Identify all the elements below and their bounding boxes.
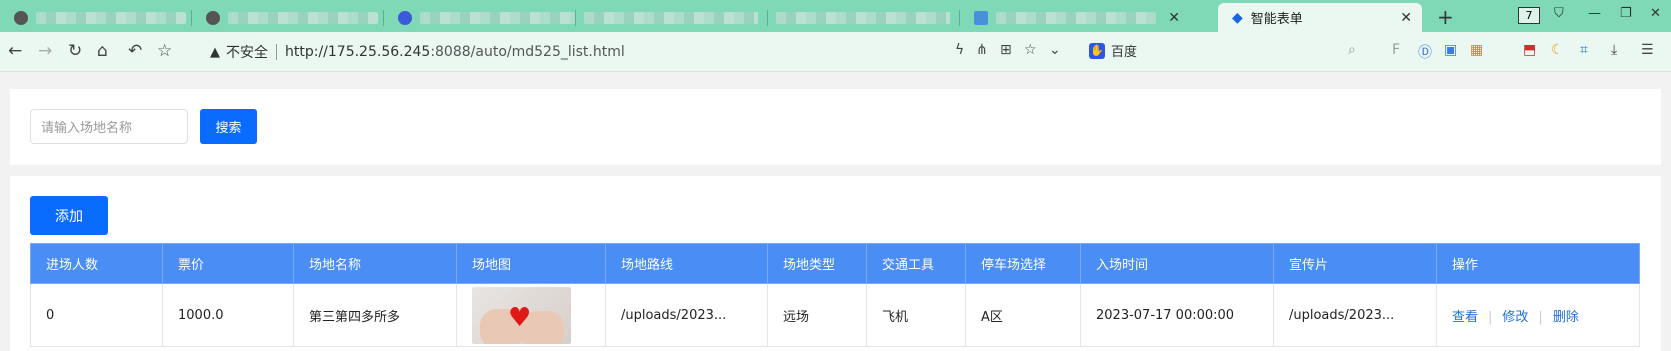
home-icon[interactable]: ⌂	[97, 41, 108, 61]
back-icon[interactable]: ←	[8, 41, 22, 61]
search-icon[interactable]: ⌕	[1348, 42, 1356, 58]
cell-people: 0	[30, 283, 163, 347]
column-header: 场地图	[456, 243, 606, 284]
column-header: 停车场选择	[965, 243, 1081, 284]
add-button[interactable]: 添加	[30, 196, 108, 235]
shirt-icon[interactable]: ⛉	[1554, 6, 1564, 21]
pdf-icon[interactable]: ⬒	[1523, 42, 1536, 58]
venue-table: 进场人数 票价 场地名称 场地图 场地路线 场地类型 交通工具 停车场选择 入场…	[30, 243, 1640, 347]
column-header: 场地类型	[767, 243, 867, 284]
heart-icon: ♥	[508, 302, 532, 333]
view-link[interactable]: 查看	[1452, 310, 1478, 325]
address-bar[interactable]: ▲ 不安全 http://175.25.56.245:8088/auto/md5…	[210, 42, 625, 62]
cell-venue-name: 第三第四多所多	[293, 283, 457, 347]
cell-actions: 查看 | 修改 | 删除	[1436, 283, 1640, 347]
star-icon[interactable]: ☆	[157, 41, 172, 61]
download-icon[interactable]: ⤓	[1611, 42, 1617, 58]
tab-title-blurred	[776, 11, 950, 24]
url-host: http://175.25.56.245	[285, 44, 431, 60]
column-header: 票价	[162, 243, 294, 284]
cell-venue-type: 远场	[767, 283, 867, 347]
close-window-icon[interactable]: ✕	[1650, 6, 1661, 21]
browser-tab-strip: ✕ ◆ 智能表单 ✕ + 7 ⛉ — ❐ ✕	[0, 0, 1671, 32]
restore-icon[interactable]: ❐	[1620, 6, 1632, 21]
page-icon	[974, 10, 988, 25]
tab-title: 智能表单	[1250, 12, 1303, 27]
cell-parking: A区	[965, 283, 1081, 347]
browser-tab-1[interactable]	[0, 3, 192, 32]
column-header: 操作	[1436, 243, 1640, 284]
cell-entry-time: 2023-07-17 00:00:00	[1080, 283, 1274, 347]
browser-tab-4[interactable]	[576, 3, 768, 32]
warning-icon: ▲	[210, 44, 220, 60]
globe-icon	[14, 10, 28, 25]
minimize-icon[interactable]: —	[1588, 6, 1601, 21]
venue-image-thumbnail[interactable]: ♥	[472, 286, 571, 344]
search-engine-selector[interactable]: ✋ 百度	[1089, 41, 1137, 60]
cell-promo-video: /uploads/2023...	[1273, 283, 1437, 347]
table-row: 0 1000.0 第三第四多所多 ♥ /uploads/2023... 远场 飞…	[30, 283, 1640, 347]
table-panel: 添加 进场人数 票价 场地名称 场地图 场地路线 场地类型 交通工具 停车场选择…	[10, 176, 1661, 351]
close-icon[interactable]: ✕	[1168, 10, 1180, 26]
security-status: 不安全	[226, 45, 268, 61]
tab-title-blurred	[996, 11, 1156, 24]
app-icon	[398, 10, 412, 25]
browser-tab-2[interactable]	[192, 3, 384, 32]
cell-route: /uploads/2023...	[605, 283, 768, 347]
translate-icon[interactable]: ⊞	[1000, 42, 1012, 58]
browser-tab-3[interactable]	[384, 3, 576, 32]
column-header: 入场时间	[1080, 243, 1274, 284]
tab-title-blurred	[584, 11, 758, 24]
crop-icon[interactable]: ⌗	[1580, 42, 1588, 58]
chevron-down-icon[interactable]: ⌄	[1049, 42, 1061, 58]
column-header: 场地路线	[605, 243, 768, 284]
undo-icon[interactable]: ↶	[128, 41, 142, 61]
apps-icon[interactable]: ▦	[1470, 42, 1483, 58]
search-button[interactable]: 搜索	[200, 109, 257, 144]
tab-title-blurred	[420, 11, 576, 24]
browser-tab-6[interactable]: ✕	[960, 3, 1190, 32]
close-icon[interactable]: ✕	[1400, 10, 1412, 26]
url-path: :8088/auto/md525_list.html	[430, 44, 625, 60]
delete-link[interactable]: 删除	[1553, 310, 1579, 325]
cell-price: 1000.0	[162, 283, 294, 347]
tab-count-badge[interactable]: 7	[1518, 7, 1540, 24]
table-header-row: 进场人数 票价 场地名称 场地图 场地路线 场地类型 交通工具 停车场选择 入场…	[30, 243, 1640, 284]
tab-title-blurred	[228, 11, 378, 24]
new-tab-button[interactable]: +	[1437, 5, 1454, 29]
cell-venue-image: ♥	[456, 283, 606, 347]
share-icon[interactable]: ⋔	[976, 42, 988, 58]
form-app-icon: ◆	[1232, 9, 1243, 26]
cell-transport: 飞机	[866, 283, 966, 347]
browser-tab-active[interactable]: ◆ 智能表单 ✕	[1218, 3, 1422, 32]
column-header: 交通工具	[866, 243, 966, 284]
column-header: 进场人数	[30, 243, 163, 284]
card-icon[interactable]: ▣	[1444, 42, 1457, 58]
moon-icon[interactable]: ☾	[1551, 42, 1564, 58]
d-extension-icon[interactable]: Ⓓ	[1418, 42, 1432, 62]
column-header: 场地名称	[293, 243, 457, 284]
forward-icon[interactable]: →	[38, 41, 52, 61]
venue-name-search-input[interactable]: 请输入场地名称	[30, 109, 188, 144]
search-engine-label: 百度	[1111, 45, 1138, 60]
edit-link[interactable]: 修改	[1502, 310, 1528, 325]
baidu-paw-icon: ✋	[1089, 42, 1105, 59]
tab-title-blurred	[36, 11, 186, 24]
menu-icon[interactable]: ☰	[1641, 42, 1654, 58]
lightning-icon[interactable]: ϟ	[955, 42, 964, 58]
browser-navbar: ← → ↻ ⌂ ↶ ☆ ▲ 不安全 http://175.25.56.245:8…	[0, 32, 1671, 72]
favorite-icon[interactable]: ☆	[1024, 42, 1037, 58]
search-panel: 请输入场地名称 搜索	[10, 89, 1661, 165]
browser-tab-5[interactable]	[768, 3, 960, 32]
f-extension-icon[interactable]: F	[1392, 42, 1400, 58]
globe-icon	[206, 10, 220, 25]
reload-icon[interactable]: ↻	[68, 41, 82, 61]
column-header: 宣传片	[1273, 243, 1437, 284]
